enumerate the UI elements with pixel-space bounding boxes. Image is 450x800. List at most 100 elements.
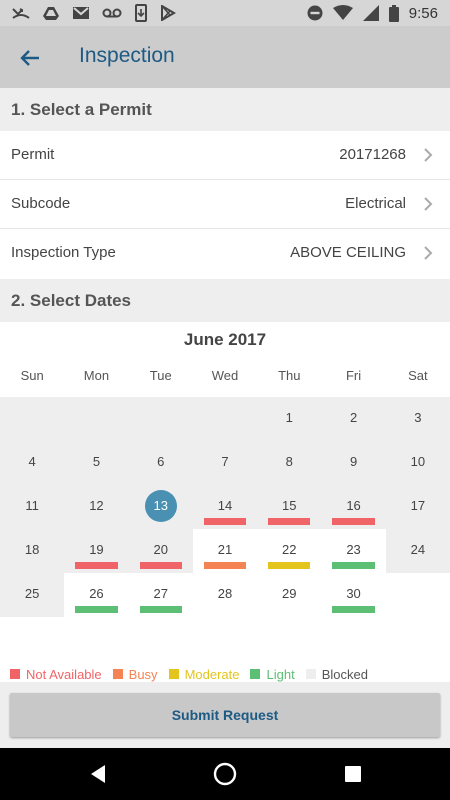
weekday-header: Thu xyxy=(278,368,301,383)
inspection-type-row[interactable]: Inspection Type ABOVE CEILING xyxy=(0,229,450,277)
legend-swatch xyxy=(168,669,179,679)
nav-back-icon[interactable] xyxy=(87,762,111,786)
calendar-day[interactable]: 5 xyxy=(64,441,129,485)
calendar-day[interactable]: 12 xyxy=(64,485,129,529)
permit-value: 20171268 xyxy=(339,146,406,163)
calendar-empty-cell xyxy=(385,573,450,617)
weekday-header: Tue xyxy=(149,368,172,383)
inspection-type-value: ABOVE CEILING xyxy=(290,244,406,261)
calendar-day[interactable]: 10 xyxy=(385,441,450,485)
day-number: 4 xyxy=(28,454,36,469)
download-icon xyxy=(135,4,147,22)
calendar-day[interactable]: 24 xyxy=(385,529,450,573)
legend-label: Light xyxy=(266,666,295,682)
calendar-day[interactable]: 13 xyxy=(128,485,193,529)
subcode-value: Electrical xyxy=(345,195,406,212)
legend-blocked: Blocked xyxy=(305,666,368,682)
section-dates-title: 2. Select Dates xyxy=(11,291,132,310)
legend: Not Available Busy Moderate Light Blocke… xyxy=(10,666,379,682)
day-number: 17 xyxy=(410,498,426,513)
calendar-day[interactable]: 26 xyxy=(64,573,129,617)
calendar-day[interactable]: 17 xyxy=(385,485,450,529)
calendar-day[interactable]: 19 xyxy=(64,529,129,573)
calendar-day[interactable]: 9 xyxy=(321,441,386,485)
day-number: 27 xyxy=(153,586,168,601)
day-number: 15 xyxy=(282,498,297,513)
availability-bar-busy xyxy=(203,562,247,569)
legend-swatch xyxy=(10,669,20,679)
availability-bar-light xyxy=(332,606,375,613)
availability-bar-not-available xyxy=(203,518,247,525)
day-number: 29 xyxy=(282,586,297,601)
nav-recents-icon[interactable] xyxy=(341,762,365,786)
availability-bar-not-available xyxy=(75,562,118,569)
calendar-day[interactable]: 23 xyxy=(321,529,386,573)
signal-icon xyxy=(362,5,379,21)
voicemail-icon xyxy=(102,8,122,18)
submit-request-button[interactable]: Submit Request xyxy=(10,693,440,737)
wifi-icon xyxy=(332,5,353,20)
chevron-right-icon xyxy=(424,148,433,162)
do-not-disturb-icon xyxy=(307,5,323,21)
weekday-header: Sun xyxy=(20,368,44,383)
day-number: 26 xyxy=(89,586,104,601)
calendar-day[interactable]: 21 xyxy=(192,529,258,573)
day-number: 24 xyxy=(410,542,426,557)
calendar-empty-cell xyxy=(64,397,129,441)
calendar-day[interactable]: 16 xyxy=(321,485,386,529)
calendar-day[interactable]: 1 xyxy=(257,397,322,441)
calendar-day[interactable]: 3 xyxy=(385,397,450,441)
calendar-day[interactable]: 29 xyxy=(257,573,322,617)
calendar-day[interactable]: 11 xyxy=(0,485,65,529)
calendar-day[interactable]: 18 xyxy=(0,529,65,573)
calendar-day[interactable]: 27 xyxy=(128,573,193,617)
legend-swatch xyxy=(112,669,123,679)
calendar-empty-cell xyxy=(192,397,258,441)
calendar-day[interactable]: 14 xyxy=(192,485,258,529)
notification-icons xyxy=(12,4,176,22)
chevron-right-icon xyxy=(424,197,433,211)
subcode-row[interactable]: Subcode Electrical xyxy=(0,180,450,229)
gmail-icon xyxy=(73,7,89,19)
calendar-day[interactable]: 30 xyxy=(321,573,386,617)
nav-home-icon[interactable] xyxy=(213,762,237,786)
calendar-day[interactable]: 8 xyxy=(257,441,322,485)
calendar-day[interactable]: 2 xyxy=(321,397,386,441)
calendar-day[interactable]: 25 xyxy=(0,573,65,617)
day-number: 1 xyxy=(285,410,293,425)
day-number: 21 xyxy=(217,542,233,557)
day-number: 23 xyxy=(346,542,361,557)
day-number: 6 xyxy=(157,454,165,469)
availability-bar-not-available xyxy=(268,518,311,525)
day-number: 30 xyxy=(346,586,361,601)
page-title: Inspection xyxy=(79,44,175,67)
submit-area: Submit Request xyxy=(0,682,450,748)
legend-label: Blocked xyxy=(321,666,368,682)
calendar-day[interactable]: 7 xyxy=(192,441,258,485)
legend-light: Light xyxy=(250,666,295,682)
day-number: 13 xyxy=(153,498,168,513)
back-button[interactable] xyxy=(14,42,46,74)
calendar-day[interactable]: 28 xyxy=(192,573,258,617)
calendar-day[interactable]: 15 xyxy=(257,485,322,529)
availability-bar-light xyxy=(139,606,182,613)
calendar-day[interactable]: 22 xyxy=(257,529,322,573)
section-permit-title: 1. Select a Permit xyxy=(11,100,152,119)
submit-label: Submit Request xyxy=(171,707,279,723)
month-label: June 2017 xyxy=(183,330,267,349)
calendar-day[interactable]: 20 xyxy=(128,529,193,573)
calendar-day[interactable]: 6 xyxy=(128,441,193,485)
day-number: 25 xyxy=(24,586,40,601)
permit-row[interactable]: Permit 20171268 xyxy=(0,131,450,180)
availability-bar-not-available xyxy=(332,518,375,525)
day-number: 10 xyxy=(410,454,426,469)
day-number: 11 xyxy=(25,498,39,513)
legend-busy: Busy xyxy=(112,666,158,682)
permit-label: Permit xyxy=(11,146,55,163)
arrow-back-icon xyxy=(20,50,39,66)
system-icons: 9:56 xyxy=(307,4,438,22)
day-number: 5 xyxy=(92,454,101,469)
calendar-day[interactable]: 4 xyxy=(0,441,65,485)
legend-label: Busy xyxy=(128,666,158,682)
calendar-empty-cell xyxy=(128,397,193,441)
